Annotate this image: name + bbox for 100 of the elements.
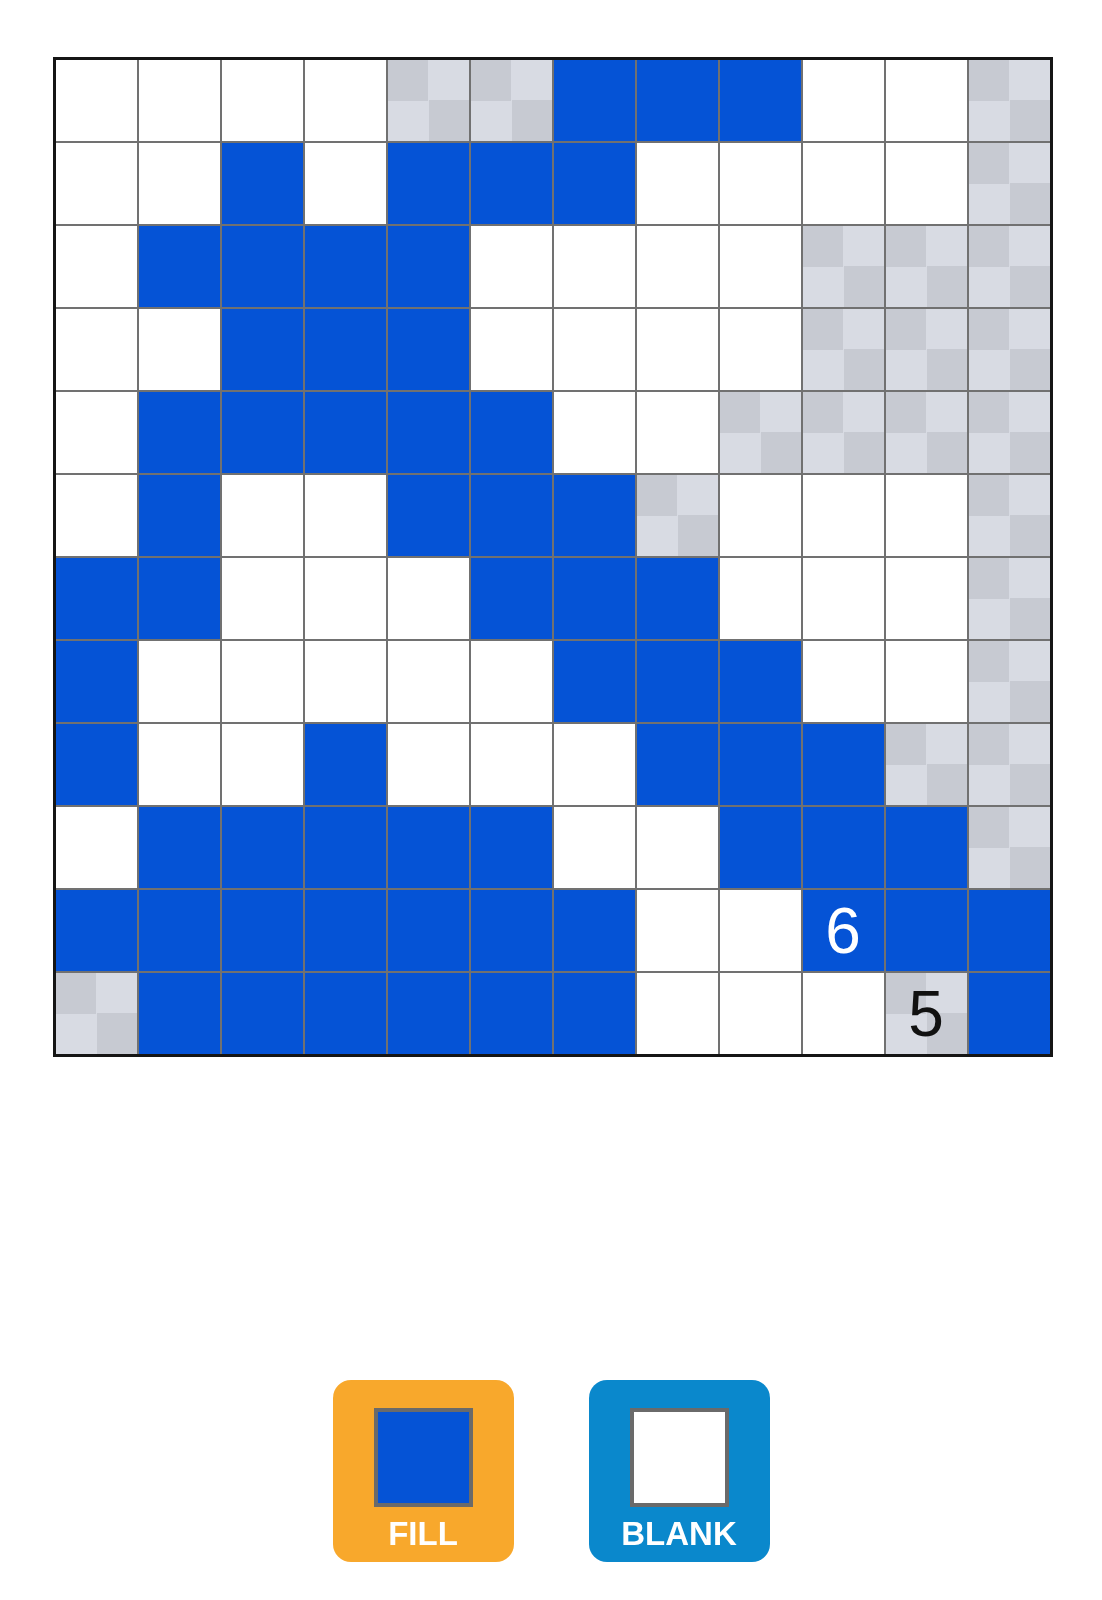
grid-cell[interactable]: [553, 392, 635, 473]
grid-cell[interactable]: [553, 641, 635, 722]
grid-cell[interactable]: [221, 807, 303, 888]
grid-cell[interactable]: [968, 973, 1050, 1054]
grid-cell[interactable]: [719, 392, 801, 473]
grid-cell[interactable]: [387, 558, 469, 639]
grid-cell[interactable]: [221, 226, 303, 307]
grid-cell[interactable]: [55, 60, 137, 141]
grid-cell[interactable]: [802, 558, 884, 639]
grid-cell[interactable]: [968, 309, 1050, 390]
grid-cell[interactable]: [719, 724, 801, 805]
grid-cell[interactable]: [636, 475, 718, 556]
grid-cell[interactable]: [304, 890, 386, 971]
grid-cell[interactable]: [470, 807, 552, 888]
grid-cell[interactable]: [221, 475, 303, 556]
grid-cell[interactable]: [470, 641, 552, 722]
grid-cell[interactable]: [885, 60, 967, 141]
grid-cell[interactable]: [802, 392, 884, 473]
grid-cell[interactable]: [636, 226, 718, 307]
grid-cell[interactable]: [968, 641, 1050, 722]
grid-cell[interactable]: [553, 226, 635, 307]
grid-cell[interactable]: [885, 475, 967, 556]
grid-cell[interactable]: 5: [885, 973, 967, 1054]
grid-cell[interactable]: [968, 392, 1050, 473]
grid-cell[interactable]: [304, 807, 386, 888]
grid-cell[interactable]: [138, 309, 220, 390]
grid-cell[interactable]: [968, 475, 1050, 556]
grid-cell[interactable]: [304, 641, 386, 722]
grid-cell[interactable]: [553, 807, 635, 888]
grid-cell[interactable]: [553, 890, 635, 971]
grid-cell[interactable]: [636, 724, 718, 805]
grid-cell[interactable]: [636, 60, 718, 141]
grid-cell[interactable]: [719, 641, 801, 722]
grid-cell[interactable]: [885, 309, 967, 390]
grid-cell[interactable]: [221, 60, 303, 141]
grid-cell[interactable]: [221, 392, 303, 473]
grid-cell[interactable]: [304, 475, 386, 556]
grid-cell[interactable]: [719, 226, 801, 307]
grid-cell[interactable]: [553, 309, 635, 390]
grid-cell[interactable]: [138, 973, 220, 1054]
grid-cell[interactable]: [387, 309, 469, 390]
grid-cell[interactable]: [802, 226, 884, 307]
grid-cell[interactable]: [55, 226, 137, 307]
grid-cell[interactable]: [387, 60, 469, 141]
grid-cell[interactable]: [470, 143, 552, 224]
grid-cell[interactable]: [221, 309, 303, 390]
grid-cell[interactable]: [138, 807, 220, 888]
grid-cell[interactable]: [636, 392, 718, 473]
grid-cell[interactable]: [802, 641, 884, 722]
grid-cell[interactable]: [470, 558, 552, 639]
grid-cell[interactable]: [968, 890, 1050, 971]
grid-cell[interactable]: [553, 143, 635, 224]
grid-cell[interactable]: [387, 807, 469, 888]
grid-cell[interactable]: [55, 309, 137, 390]
grid-cell[interactable]: [221, 641, 303, 722]
grid-cell[interactable]: [387, 641, 469, 722]
grid-cell[interactable]: [470, 392, 552, 473]
grid-cell[interactable]: [802, 60, 884, 141]
grid-cell[interactable]: 6: [802, 890, 884, 971]
grid-cell[interactable]: [802, 143, 884, 224]
grid-cell[interactable]: [221, 973, 303, 1054]
grid-cell[interactable]: [138, 641, 220, 722]
grid-cell[interactable]: [387, 392, 469, 473]
grid-cell[interactable]: [55, 890, 137, 971]
grid-cell[interactable]: [138, 724, 220, 805]
grid-cell[interactable]: [802, 309, 884, 390]
grid-cell[interactable]: [636, 558, 718, 639]
grid-cell[interactable]: [221, 724, 303, 805]
grid-cell[interactable]: [553, 724, 635, 805]
grid-cell[interactable]: [138, 392, 220, 473]
grid-cell[interactable]: [553, 475, 635, 556]
grid-cell[interactable]: [885, 558, 967, 639]
grid-cell[interactable]: [221, 558, 303, 639]
grid-cell[interactable]: [719, 807, 801, 888]
grid-cell[interactable]: [968, 807, 1050, 888]
grid-cell[interactable]: [138, 60, 220, 141]
grid-cell[interactable]: [885, 890, 967, 971]
blank-mode-button[interactable]: BLANK: [588, 1380, 770, 1562]
grid-cell[interactable]: [968, 724, 1050, 805]
grid-cell[interactable]: [138, 226, 220, 307]
grid-cell[interactable]: [636, 143, 718, 224]
grid-cell[interactable]: [968, 226, 1050, 307]
grid-cell[interactable]: [470, 309, 552, 390]
grid-cell[interactable]: [636, 309, 718, 390]
grid-cell[interactable]: [304, 309, 386, 390]
grid-cell[interactable]: [885, 807, 967, 888]
grid-cell[interactable]: [719, 475, 801, 556]
grid-cell[interactable]: [470, 973, 552, 1054]
grid-cell[interactable]: [719, 890, 801, 971]
grid-cell[interactable]: [55, 392, 137, 473]
grid-cell[interactable]: [885, 143, 967, 224]
grid-cell[interactable]: [387, 890, 469, 971]
grid-cell[interactable]: [387, 475, 469, 556]
grid-cell[interactable]: [221, 143, 303, 224]
grid-cell[interactable]: [138, 558, 220, 639]
grid-cell[interactable]: [138, 475, 220, 556]
grid-cell[interactable]: [304, 392, 386, 473]
grid-cell[interactable]: [470, 475, 552, 556]
grid-cell[interactable]: [387, 973, 469, 1054]
grid-cell[interactable]: [304, 226, 386, 307]
